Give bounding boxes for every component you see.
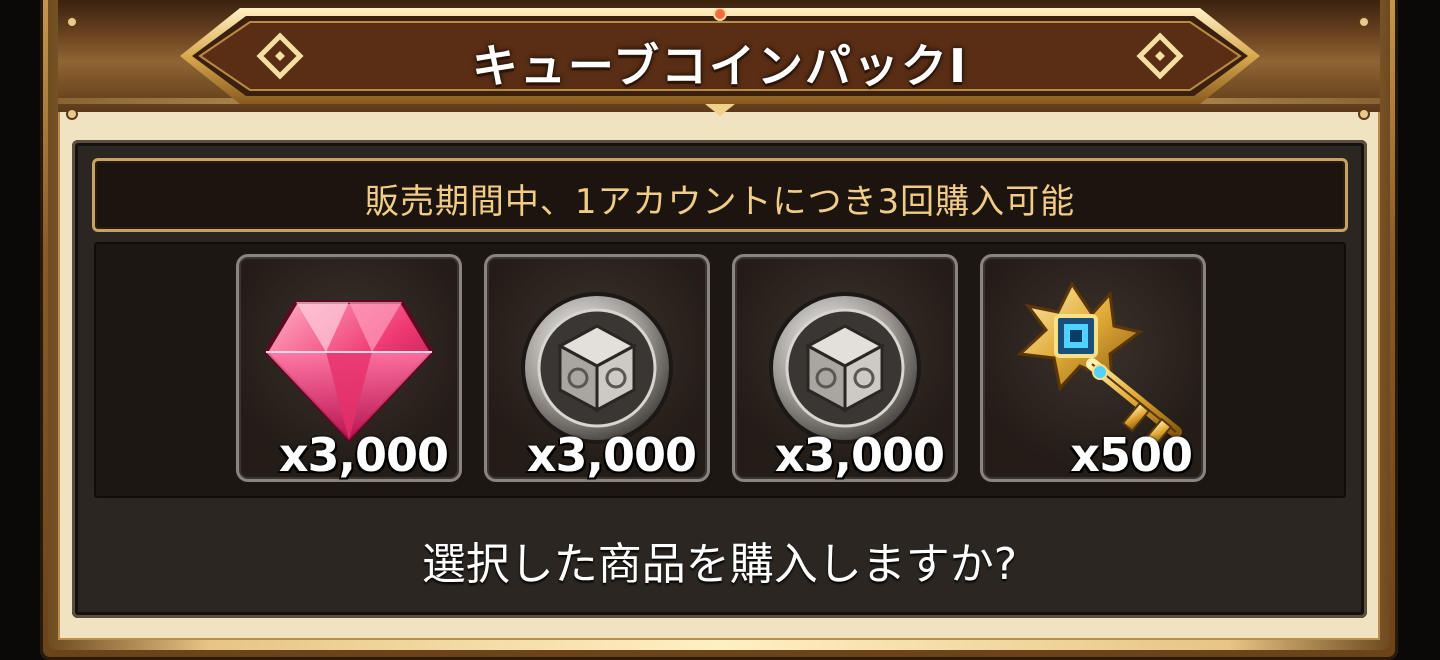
item-quantity: x3,000 <box>278 428 449 482</box>
item-slot-golden-key[interactable]: x500 <box>980 254 1206 482</box>
purchase-limit-banner: 販売期間中、1アカウントにつき3回購入可能 <box>92 158 1348 232</box>
item-slot-gem[interactable]: x3,000 <box>236 254 462 482</box>
rivet-decoration <box>1360 18 1368 26</box>
rivet-decoration <box>68 110 76 118</box>
title-plate: キューブコインパックⅠ <box>180 8 1260 116</box>
item-quantity: x3,000 <box>526 428 697 482</box>
item-quantity: x500 <box>1070 428 1193 482</box>
dialog-title: キューブコインパックⅠ <box>471 39 969 93</box>
item-slot-cube-coin[interactable]: x3,000 <box>484 254 710 482</box>
item-slot-cube-coin[interactable]: x3,000 <box>732 254 958 482</box>
rivet-decoration <box>1360 110 1368 118</box>
rivet-decoration <box>68 18 76 26</box>
purchase-confirm-prompt: 選択した商品を購入しますか? <box>421 539 1018 590</box>
purchase-limit-text: 販売期間中、1アカウントにつき3回購入可能 <box>364 182 1076 222</box>
item-quantity: x3,000 <box>774 428 945 482</box>
